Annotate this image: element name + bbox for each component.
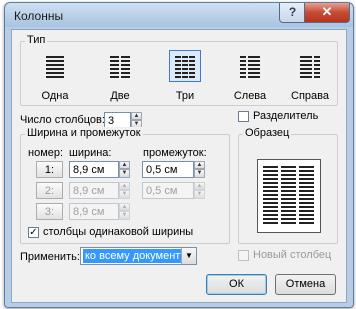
preset-right-label: Справа [291, 90, 329, 102]
width-spinner-1[interactable]: ▲ ▼ [119, 161, 130, 178]
dialog-body: Тип Одна Две Три Слева Справа Число стол… [11, 29, 347, 303]
width-header: ширина: [69, 147, 112, 159]
spacing-spinner-1[interactable]: ▲ ▼ [194, 161, 205, 178]
spin-up-icon[interactable]: ▲ [131, 112, 142, 120]
preset-two[interactable]: Две [100, 50, 140, 102]
column-number-3: 3: [36, 203, 63, 220]
width-field-3[interactable]: 8,9 см [69, 203, 119, 220]
title-bar[interactable]: Колонны ? ✕ [5, 3, 353, 29]
new-column-checkbox[interactable] [238, 250, 249, 261]
dropdown-arrow-icon[interactable]: ▼ [181, 248, 196, 264]
equal-width-label: столбцы одинаковой ширины [43, 226, 194, 238]
preset-two-label: Две [110, 90, 130, 102]
equal-width-checkbox[interactable]: ✓ [28, 227, 39, 238]
spin-down-icon[interactable]: ▼ [119, 190, 130, 199]
preset-three[interactable]: Три [165, 50, 205, 102]
preset-left[interactable]: Слева [230, 50, 270, 102]
left-column-icon [234, 50, 266, 82]
help-button[interactable]: ? [279, 3, 306, 23]
spin-up-icon[interactable]: ▲ [194, 182, 205, 190]
width-field-2[interactable]: 8,9 см [69, 182, 119, 199]
spacing-header: промежуток: [143, 147, 207, 159]
preview-group-label: Образец [243, 127, 292, 139]
width-spinner-3[interactable]: ▲ ▼ [119, 203, 130, 220]
type-group: Тип Одна Две Три Слева Справа [20, 34, 338, 106]
spin-up-icon[interactable]: ▲ [194, 161, 205, 169]
close-button[interactable]: ✕ [304, 3, 350, 23]
preset-three-label: Три [175, 90, 195, 102]
column-number-1: 1: [36, 161, 63, 178]
spin-up-icon[interactable]: ▲ [119, 182, 130, 190]
preset-one-label: Одна [41, 90, 69, 102]
spin-down-icon[interactable]: ▼ [119, 211, 130, 220]
preview-page [257, 159, 321, 233]
spin-up-icon[interactable]: ▲ [119, 203, 130, 211]
preset-one[interactable]: Одна [35, 50, 75, 102]
apply-label: Применить: [20, 251, 80, 263]
separator-label: Разделитель [253, 110, 319, 122]
spacing-field-2[interactable]: 0,5 см [142, 182, 194, 199]
column-number-header: номер: [28, 147, 64, 159]
dialog-title: Колонны [14, 9, 64, 23]
spin-down-icon[interactable]: ▼ [194, 190, 205, 199]
two-columns-icon [104, 50, 136, 82]
column-number-2: 2: [36, 182, 63, 199]
num-columns-label: Число столбцов: [20, 114, 105, 126]
separator-checkbox[interactable] [238, 111, 249, 122]
preview-group: Образец [238, 127, 338, 244]
width-spinner-2[interactable]: ▲ ▼ [119, 182, 130, 199]
spin-down-icon[interactable]: ▼ [119, 169, 130, 178]
cancel-button[interactable]: Отмена [275, 274, 336, 295]
new-column-label: Новый столбец [253, 249, 332, 261]
one-column-icon [39, 50, 71, 82]
apply-select[interactable]: ко всему документу ▼ [80, 247, 197, 265]
preset-right[interactable]: Справа [290, 50, 330, 102]
width-spacing-group: Ширина и промежуток номер: ширина: проме… [20, 127, 230, 244]
preset-left-label: Слева [233, 90, 267, 102]
apply-select-value: ко всему документу [83, 249, 188, 263]
spacing-spinner-2[interactable]: ▲ ▼ [194, 182, 205, 199]
spin-down-icon[interactable]: ▼ [194, 169, 205, 178]
three-columns-icon [169, 50, 201, 82]
ok-button[interactable]: ОК [206, 274, 267, 295]
spin-up-icon[interactable]: ▲ [119, 161, 130, 169]
spacing-field-1[interactable]: 0,5 см [142, 161, 194, 178]
columns-dialog: Колонны ? ✕ Тип Одна Две Три Слева Справ… [4, 2, 354, 308]
right-column-icon [294, 50, 326, 82]
type-group-label: Тип [25, 34, 48, 46]
three-columns-preview-icon [263, 166, 314, 224]
width-spacing-group-label: Ширина и промежуток [25, 127, 143, 139]
width-field-1[interactable]: 8,9 см [69, 161, 119, 178]
